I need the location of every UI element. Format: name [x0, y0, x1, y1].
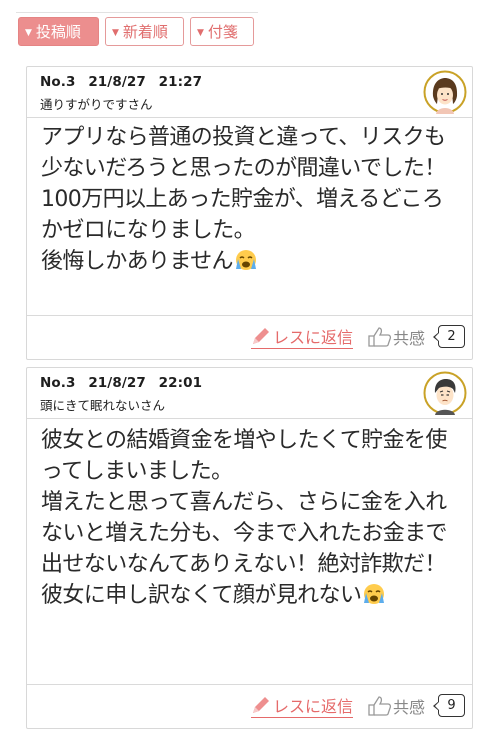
reply-label: レスに返信 [273, 697, 354, 716]
tab-sticky-notes[interactable]: ▼ 付箋 [190, 17, 254, 46]
crying-face-emoji [364, 584, 385, 604]
post-footer: レスに返信 共感 9 [27, 684, 472, 728]
empathy-label: 共感 [393, 329, 426, 348]
post-time: 21:27 [158, 74, 203, 90]
post-author: 通りすがりですさん [40, 97, 153, 112]
pencil-icon [253, 697, 269, 713]
empathy-count: 2 [433, 325, 465, 348]
post-body: 彼女との結婚資金を増やしたくて貯金を使ってしまいました。 増えたと思って喜んだら… [41, 425, 462, 611]
reply-label: レスに返信 [273, 328, 354, 347]
tab-label: 新着順 [122, 23, 168, 41]
empathy-count: 9 [433, 694, 465, 717]
thumbs-up-icon [368, 327, 392, 347]
post-header: No.3 21/8/27 22:01 頭にきて眠れないさん [27, 368, 472, 419]
post-meta: No.3 21/8/27 21:27 [40, 74, 202, 90]
tab-label: 付箋 [207, 23, 238, 41]
woman-avatar-icon [423, 70, 467, 114]
post-card: No.3 21/8/27 22:01 頭にきて眠れないさん 彼女との結婚資金を増… [26, 367, 473, 729]
caret-down-icon: ▼ [25, 28, 32, 38]
post-number: No.3 [40, 375, 76, 391]
post-date: 21/8/27 [88, 74, 146, 90]
thumbs-up-icon [368, 696, 392, 716]
caret-down-icon: ▼ [197, 28, 204, 38]
post-date: 21/8/27 [88, 375, 146, 391]
caret-down-icon: ▼ [112, 28, 119, 38]
tab-sort-by-post-order[interactable]: ▼ 投稿順 [18, 17, 99, 46]
pencil-icon [253, 328, 269, 344]
thread-page: ▼ 投稿順 ▼ 新着順 ▼ 付箋 No.3 21/8/27 21:27 通りすがりです… [0, 0, 500, 742]
post-card: No.3 21/8/27 21:27 通りすがりですさん アプリなら普通の投資と… [26, 66, 473, 360]
reply-button[interactable]: レスに返信 [251, 325, 354, 349]
tab-sort-by-newest[interactable]: ▼ 新着順 [105, 17, 184, 46]
empathy-button[interactable]: 共感 [368, 693, 425, 719]
empathy-button[interactable]: 共感 [368, 324, 425, 350]
post-body: アプリなら普通の投資と違って、リスクも少ないだろうと思ったのが間違いでした！10… [41, 122, 462, 277]
tab-label: 投稿順 [35, 23, 81, 41]
post-body-text: 彼女との結婚資金を増やしたくて貯金を使ってしまいました。 増えたと思って喜んだら… [41, 428, 448, 608]
post-header: No.3 21/8/27 21:27 通りすがりですさん [27, 67, 472, 118]
sort-tabs: ▼ 投稿順 ▼ 新着順 ▼ 付箋 [16, 12, 258, 53]
post-author: 頭にきて眠れないさん [40, 398, 166, 413]
man-avatar-icon [423, 371, 467, 415]
reply-button[interactable]: レスに返信 [251, 694, 354, 718]
empathy-label: 共感 [393, 698, 426, 717]
post-number: No.3 [40, 74, 76, 90]
post-footer: レスに返信 共感 2 [27, 315, 472, 359]
post-meta: No.3 21/8/27 22:01 [40, 375, 202, 391]
post-time: 22:01 [158, 375, 203, 391]
crying-face-emoji [235, 250, 256, 270]
